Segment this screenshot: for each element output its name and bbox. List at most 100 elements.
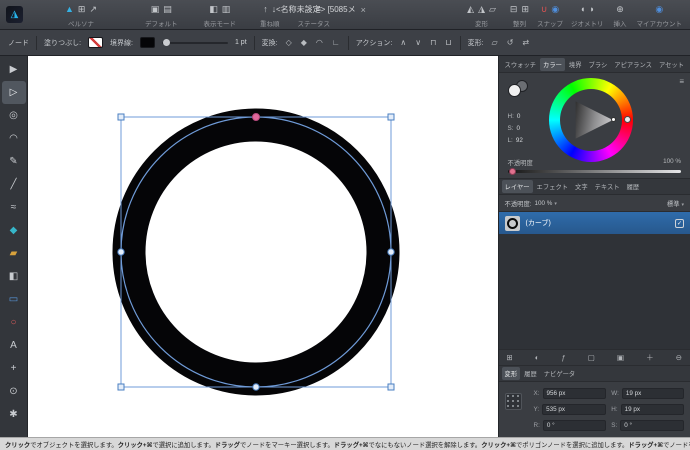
tab-assets[interactable]: アセット xyxy=(656,58,687,71)
snap-options-icon[interactable]: ◉ xyxy=(551,5,559,14)
node-left[interactable] xyxy=(118,249,124,255)
layer-name[interactable]: (カーブ) xyxy=(526,218,551,228)
text-tool[interactable]: A xyxy=(2,334,26,357)
close-document-icon[interactable]: × xyxy=(361,5,366,15)
designer-persona-icon[interactable]: ▲ xyxy=(65,5,74,14)
tab-stroke[interactable]: 境界 xyxy=(566,58,585,71)
action-break-icon[interactable]: ∧ xyxy=(399,38,407,47)
x-input[interactable]: 956 px xyxy=(543,388,607,399)
vector-view-icon[interactable]: ◧ xyxy=(209,5,218,14)
transparency-tool[interactable]: ◧ xyxy=(2,265,26,288)
slider-knob[interactable] xyxy=(163,39,170,46)
tab-transform[interactable]: 変形 xyxy=(502,367,521,380)
action-join-icon[interactable]: ⊔ xyxy=(444,38,452,47)
sync-defaults-icon[interactable]: ▣ xyxy=(151,5,160,14)
pixel-persona-icon[interactable]: ⊞ xyxy=(78,5,86,14)
insert-icon[interactable]: ⊕ xyxy=(616,5,624,14)
pen-tool[interactable]: ✎ xyxy=(2,150,26,173)
gradient-tool[interactable]: ▰ xyxy=(2,242,26,265)
tab-history[interactable]: 履歴 xyxy=(624,180,643,193)
convert-sharp-icon[interactable]: ◇ xyxy=(285,38,293,47)
pencil-tool[interactable]: ╱ xyxy=(2,173,26,196)
opacity-grid-icon[interactable]: ⊞ xyxy=(507,353,513,362)
align-icon[interactable]: ⊟ xyxy=(510,5,518,14)
color-picker-tool[interactable]: + xyxy=(2,357,26,380)
opacity-value[interactable]: 100 % xyxy=(663,158,681,167)
layer-visibility-checkbox[interactable]: ✓ xyxy=(675,219,684,228)
opacity-slider-knob[interactable] xyxy=(509,168,516,175)
handle-bottom-right[interactable] xyxy=(388,384,394,390)
hue-value[interactable]: 0 xyxy=(517,113,521,120)
stroke-width-slider[interactable] xyxy=(162,42,228,44)
node-right[interactable] xyxy=(388,249,394,255)
handle-top-right[interactable] xyxy=(388,114,394,120)
vector-brush-tool[interactable]: ≈ xyxy=(2,196,26,219)
layer-opacity-select[interactable]: 100 % xyxy=(534,200,556,207)
rotation-input[interactable]: 0 ° xyxy=(543,420,606,431)
transform-mode-icon[interactable]: ▱ xyxy=(491,38,499,47)
group-layers-icon[interactable]: ▣ xyxy=(617,353,624,362)
revert-defaults-icon[interactable]: ▤ xyxy=(163,5,172,14)
remove-layer-icon[interactable]: ⊖ xyxy=(676,353,682,362)
rotate-icon[interactable]: ▱ xyxy=(489,5,496,14)
move-tool[interactable]: ▶ xyxy=(2,58,26,81)
boolean-add-icon[interactable]: ◖ xyxy=(580,5,585,14)
tab-effects[interactable]: エフェクト xyxy=(534,180,571,193)
shear-input[interactable]: 0 ° xyxy=(620,420,684,431)
distribute-icon[interactable]: ⊞ xyxy=(521,5,529,14)
blend-mode-select[interactable]: 標準 xyxy=(667,199,684,208)
add-layer-icon[interactable]: ＋ xyxy=(646,352,654,363)
tab-history-bottom[interactable]: 履歴 xyxy=(521,367,540,380)
transform-anchor-selector[interactable] xyxy=(505,393,522,410)
action-close-icon[interactable]: ∨ xyxy=(414,38,422,47)
export-persona-icon[interactable]: ↗ xyxy=(89,5,97,14)
canvas[interactable] xyxy=(28,56,498,437)
transform-rotate-icon[interactable]: ↺ xyxy=(506,38,515,47)
layer-effects-icon[interactable]: ƒ xyxy=(562,353,566,362)
tab-navigator[interactable]: ナビゲータ xyxy=(541,367,578,380)
saturation-value[interactable]: 0 xyxy=(517,125,521,132)
transform-scale-icon[interactable]: ⇄ xyxy=(521,38,530,47)
panel-menu-icon[interactable]: ≡ xyxy=(679,77,684,86)
contour-tool[interactable]: ◎ xyxy=(2,104,26,127)
rectangle-tool[interactable]: ▭ xyxy=(2,288,26,311)
handle-top-left[interactable] xyxy=(118,114,124,120)
mask-icon[interactable]: ▢ xyxy=(588,353,595,362)
tab-layers[interactable]: レイヤー xyxy=(502,180,533,193)
tab-appearance[interactable]: アピアランス xyxy=(611,58,655,71)
fill-color-indicator[interactable] xyxy=(508,84,521,97)
convert-smooth-icon[interactable]: ◆ xyxy=(300,38,308,47)
action-smooth-icon[interactable]: ⊓ xyxy=(429,38,437,47)
stroke-swatch[interactable] xyxy=(140,37,155,48)
fill-tool[interactable]: ◆ xyxy=(2,219,26,242)
ellipse-tool[interactable]: ○ xyxy=(2,311,26,334)
color-wheel[interactable] xyxy=(549,78,633,162)
node-bottom[interactable] xyxy=(253,384,259,390)
tab-brushes[interactable]: ブラシ xyxy=(586,58,611,71)
tab-character[interactable]: 文字 xyxy=(572,180,591,193)
move-forward-icon[interactable]: ↑ xyxy=(263,5,268,14)
convert-corner-icon[interactable]: ∟ xyxy=(331,38,341,47)
boolean-subtract-icon[interactable]: ◗ xyxy=(589,5,594,14)
flip-horizontal-icon[interactable]: ◭ xyxy=(467,5,474,14)
zoom-tool[interactable]: ⊙ xyxy=(2,380,26,403)
fill-swatch[interactable] xyxy=(88,37,103,48)
convert-smart-icon[interactable]: ◠ xyxy=(315,38,324,47)
layer-row-selected[interactable]: (カーブ) ✓ xyxy=(499,212,690,234)
pixel-view-icon[interactable]: ▥ xyxy=(222,5,231,14)
opacity-slider[interactable] xyxy=(508,170,681,173)
node-tool[interactable]: ▷ xyxy=(2,81,26,104)
layer-list[interactable]: (カーブ) ✓ xyxy=(499,212,690,349)
document-view[interactable] xyxy=(28,56,498,437)
hue-marker[interactable] xyxy=(624,116,631,123)
stroke-width-value[interactable]: 1 pt xyxy=(235,39,247,46)
snapping-magnet-icon[interactable]: ∪ xyxy=(541,5,548,14)
h-input[interactable]: 19 px xyxy=(621,404,684,415)
node-top-selected[interactable] xyxy=(253,114,260,121)
hand-tool[interactable]: ✱ xyxy=(2,403,26,426)
tab-color[interactable]: カラー xyxy=(540,58,565,71)
corner-tool[interactable]: ◠ xyxy=(2,127,26,150)
shade-marker[interactable] xyxy=(611,117,616,122)
ring-shape[interactable] xyxy=(129,125,383,379)
my-account-icon[interactable]: ◉ xyxy=(655,5,663,14)
